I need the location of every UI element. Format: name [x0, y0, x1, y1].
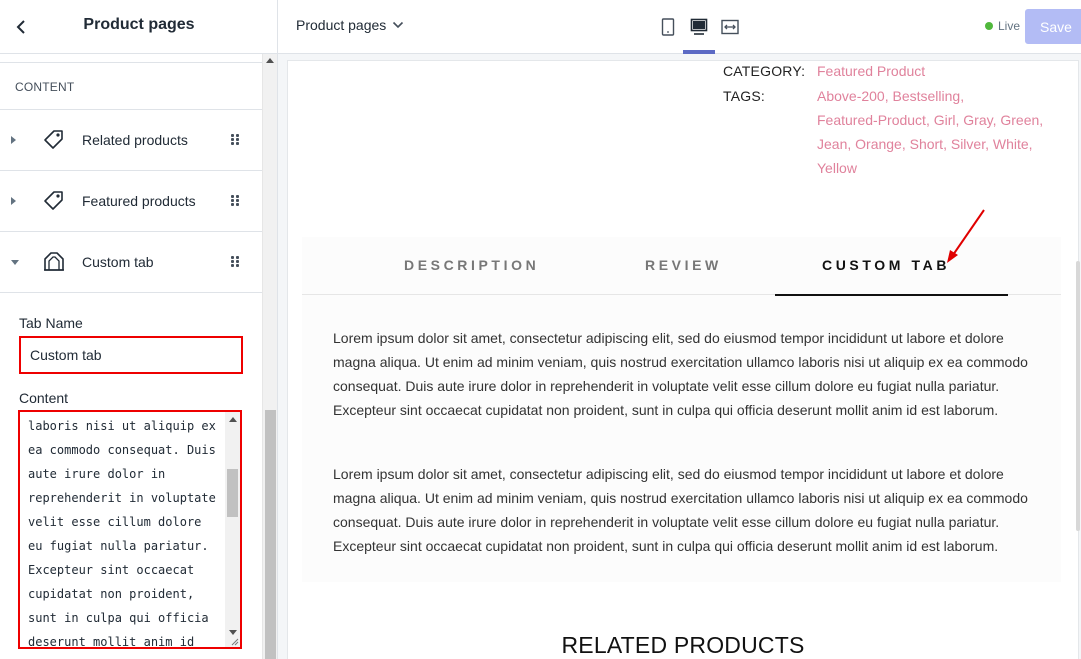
tab-review[interactable]: REVIEW	[645, 257, 722, 273]
sidebar-header: Product pages	[0, 0, 277, 54]
editor-topbar: Product pages Live Save	[278, 0, 1081, 54]
caret-right-icon[interactable]	[11, 197, 16, 205]
tab-name-input[interactable]	[19, 336, 243, 374]
live-label: Live	[998, 19, 1021, 33]
scroll-up-icon[interactable]	[266, 58, 274, 63]
tags-line[interactable]: Above-200, Bestselling,	[817, 84, 1057, 108]
tab-description[interactable]: DESCRIPTION	[404, 257, 539, 273]
scroll-down-icon[interactable]	[229, 630, 237, 635]
scroll-up-icon[interactable]	[229, 417, 237, 422]
active-tab-underline	[775, 294, 1008, 296]
section-title: CONTENT	[15, 80, 75, 94]
block-featured-products[interactable]: Featured products	[0, 170, 262, 231]
scroll-thumb[interactable]	[1076, 261, 1080, 531]
tags-line[interactable]: Yellow	[817, 156, 1057, 180]
block-label: Custom tab	[82, 254, 154, 270]
product-tabs: DESCRIPTION REVIEW CUSTOM TAB Lorem ipsu…	[302, 237, 1061, 582]
scroll-thumb[interactable]	[265, 410, 276, 659]
chevron-down-icon	[393, 21, 404, 29]
live-status: Live	[985, 19, 1020, 33]
tags-values: Above-200, Bestselling, Featured-Product…	[817, 84, 1057, 180]
mobile-icon	[661, 18, 675, 36]
drag-handle-icon[interactable]	[231, 134, 241, 146]
block-custom-tab[interactable]: Custom tab	[0, 231, 262, 293]
scroll-thumb[interactable]	[227, 469, 238, 517]
category-values: Featured Product	[817, 61, 1057, 83]
drag-handle-icon[interactable]	[231, 256, 241, 268]
tab-paragraph: Lorem ipsum dolor sit amet, consectetur …	[333, 466, 1028, 554]
resize-handle-icon[interactable]	[231, 638, 239, 646]
content-textarea[interactable]: laboris nisi ut aliquip ex ea commodo co…	[18, 410, 242, 649]
sidebar-scroll-area: CONTENT Related products Featured produc…	[0, 54, 262, 659]
block-label: Related products	[82, 132, 188, 148]
page-select-dropdown[interactable]: Product pages	[296, 17, 404, 33]
tags-line[interactable]: Featured-Product, Girl, Gray, Green,	[817, 108, 1057, 132]
tab-paragraph: Lorem ipsum dolor sit amet, consectetur …	[333, 330, 1028, 418]
sidebar-scrollbar[interactable]	[262, 54, 277, 659]
tab-name-label: Tab Name	[19, 315, 83, 331]
fullwidth-icon	[721, 19, 739, 35]
preview-scrollbar[interactable]	[1075, 61, 1081, 659]
desktop-icon	[690, 18, 708, 35]
caret-right-icon[interactable]	[11, 136, 16, 144]
desktop-view-button[interactable]	[684, 12, 714, 42]
category-link[interactable]: Featured Product	[817, 63, 925, 79]
tag-icon	[44, 130, 63, 149]
divider	[0, 62, 262, 63]
save-button[interactable]: Save	[1025, 9, 1081, 44]
block-label: Featured products	[82, 193, 196, 209]
live-dot-icon	[985, 22, 993, 30]
category-label: CATEGORY:	[723, 63, 806, 79]
tabs-bar: DESCRIPTION REVIEW CUSTOM TAB	[302, 237, 1061, 296]
content-label: Content	[19, 390, 69, 406]
fullwidth-view-button[interactable]	[715, 12, 745, 42]
tab-icon	[44, 252, 64, 271]
tags-label: TAGS:	[723, 88, 765, 104]
page-select-label: Product pages	[296, 17, 387, 33]
drag-handle-icon[interactable]	[231, 195, 241, 207]
caret-down-icon[interactable]	[11, 260, 19, 265]
mobile-view-button[interactable]	[653, 12, 683, 42]
tags-line[interactable]: Jean, Orange, Short, Silver, White,	[817, 132, 1057, 156]
tab-custom-tab[interactable]: CUSTOM TAB	[822, 257, 950, 273]
tag-icon	[44, 191, 63, 210]
theme-editor-sidebar: Product pages CONTENT Related products F…	[0, 0, 278, 659]
content-text[interactable]: laboris nisi ut aliquip ex ea commodo co…	[28, 414, 224, 647]
related-products-heading: RELATED PRODUCTS	[561, 632, 805, 658]
textarea-scrollbar[interactable]	[225, 412, 240, 647]
sidebar-title: Product pages	[83, 16, 195, 33]
store-preview: CATEGORY: Featured Product TAGS: Above-2…	[288, 61, 1078, 659]
block-related-products[interactable]: Related products	[0, 109, 262, 170]
